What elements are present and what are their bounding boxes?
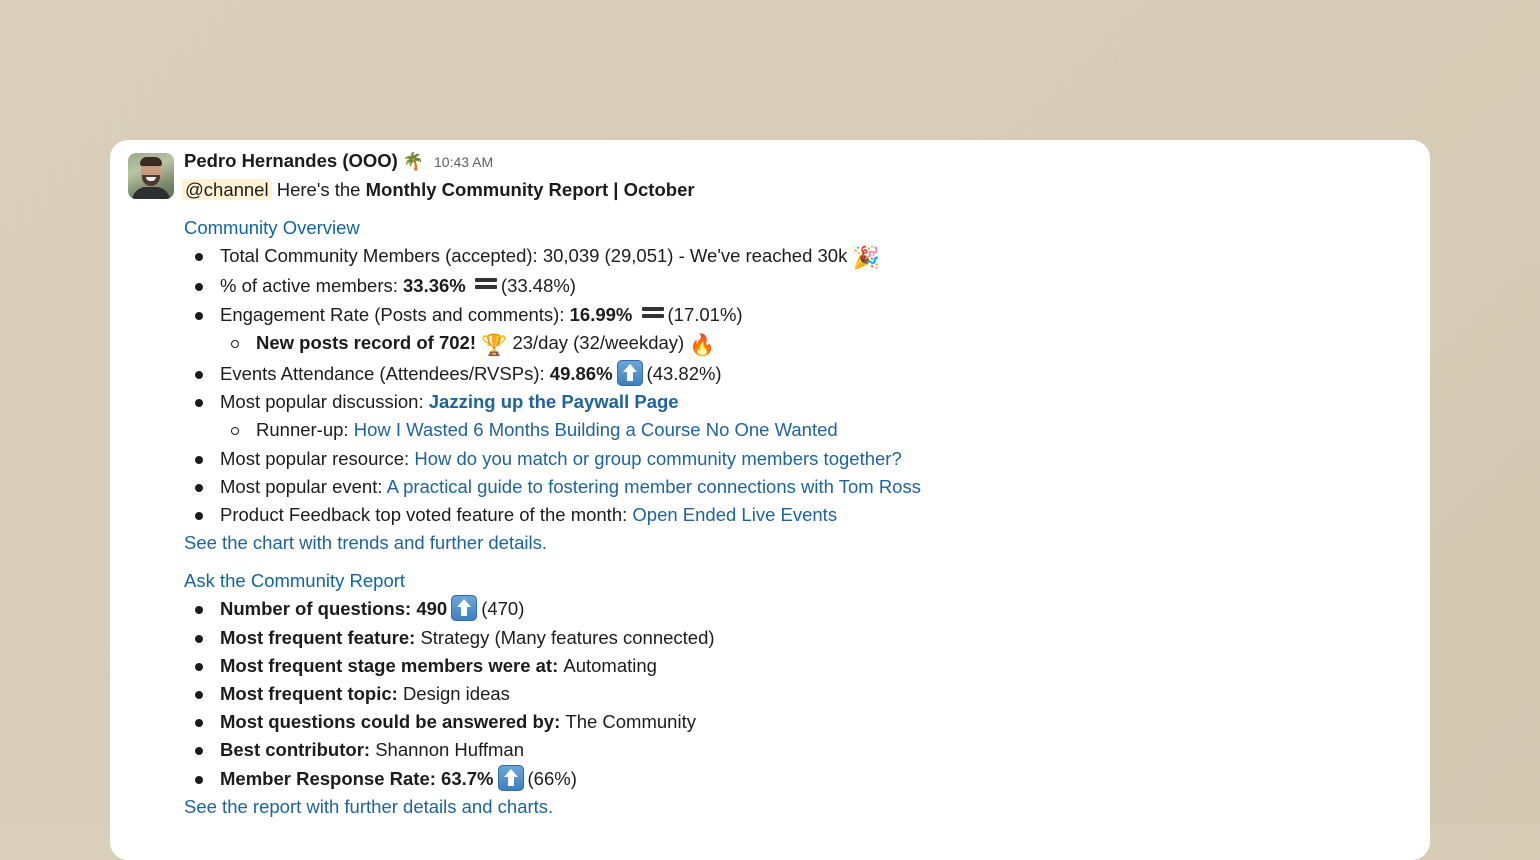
arrow-up-icon xyxy=(497,764,524,791)
stage-value: Automating xyxy=(563,654,657,676)
response-rate-value: 63.7% xyxy=(441,767,494,789)
list-item: Runner-up: How I Wasted 6 Months Buildin… xyxy=(184,416,1404,444)
active-label: % of active members: xyxy=(220,275,404,297)
report-title: Monthly Community Report | October xyxy=(365,179,695,200)
report-details-link[interactable]: See the report with further details and … xyxy=(184,796,553,817)
list-item: New posts record of 702! 🏆 23/day (32/we… xyxy=(184,329,1404,360)
feature-value: Strategy (Many features connected) xyxy=(420,626,715,648)
list-item: Number of questions: 490 (470) xyxy=(184,595,1404,623)
topic-label: Most frequent topic: xyxy=(220,683,403,705)
runner-up-label: Runner-up: xyxy=(256,419,354,441)
list-item: Events Attendance (Attendees/RVSPs): 49.… xyxy=(184,360,1404,388)
list-item: Best contributor: Shannon Huffman xyxy=(184,736,1404,764)
active-previous: (33.48%) xyxy=(500,275,576,297)
contributor-value: Shannon Huffman xyxy=(375,739,524,761)
arrow-up-icon xyxy=(451,595,478,622)
trophy-icon: 🏆 xyxy=(481,333,508,357)
message-header: Pedro Hernandes (OOO) 🌴 10:43 AM xyxy=(184,150,1404,176)
response-rate-previous: (66%) xyxy=(527,767,577,789)
equals-icon xyxy=(641,306,664,320)
avatar[interactable] xyxy=(128,153,174,199)
author-name[interactable]: Pedro Hernandes (OOO) xyxy=(184,150,398,172)
engagement-previous: (17.01%) xyxy=(667,303,743,325)
members-text: Total Community Members (accepted): 30,0… xyxy=(220,245,848,267)
active-value: 33.36% xyxy=(403,275,466,297)
ask-report-list: Number of questions: 490 (470) Most frequ… xyxy=(184,595,1404,792)
runner-up-link[interactable]: How I Wasted 6 Months Building a Course … xyxy=(354,419,838,440)
community-overview-list: Total Community Members (accepted): 30,0… xyxy=(184,242,1404,529)
equals-icon xyxy=(474,277,497,291)
intro-line: @channel Here's the Monthly Community Re… xyxy=(182,176,1404,204)
events-label: Events Attendance (Attendees/RVSPs): xyxy=(220,363,550,385)
answered-by-value: The Community xyxy=(565,711,696,733)
engagement-value: 16.99% xyxy=(569,303,633,325)
engagement-label: Engagement Rate (Posts and comments): xyxy=(220,303,570,325)
feedback-label: Product Feedback top voted feature of th… xyxy=(220,504,633,526)
palm-tree-icon: 🌴 xyxy=(402,152,424,171)
posts-record-text: New posts record of 702! xyxy=(256,331,477,353)
fire-icon: 🔥 xyxy=(689,333,716,357)
response-rate-label: Member Response Rate: xyxy=(220,767,442,789)
timestamp[interactable]: 10:43 AM xyxy=(434,154,493,170)
intro-text: Here's the xyxy=(276,179,366,200)
resource-label: Most popular resource: xyxy=(220,447,415,469)
product-feedback-link[interactable]: Open Ended Live Events xyxy=(632,504,837,525)
stage-label: Most frequent stage members were at: xyxy=(220,654,564,676)
posts-per-day: 23/day (32/weekday) xyxy=(507,331,690,353)
party-popper-icon: 🎉 xyxy=(852,245,880,271)
list-item: Most popular resource: How do you match … xyxy=(184,445,1404,473)
feature-label: Most frequent feature: xyxy=(220,626,421,648)
events-value: 49.86% xyxy=(549,363,613,385)
channel-mention[interactable]: @channel xyxy=(182,179,272,200)
section-title-community-overview: Community Overview xyxy=(184,217,360,239)
list-item: Most questions could be answered by: The… xyxy=(184,708,1404,736)
list-item: Product Feedback top voted feature of th… xyxy=(184,501,1404,529)
discussion-label: Most popular discussion: xyxy=(220,391,429,413)
list-item: Most frequent stage members were at: Aut… xyxy=(184,652,1404,680)
list-item: Most frequent feature: Strategy (Many fe… xyxy=(184,624,1404,652)
questions-value: 490 xyxy=(416,598,448,620)
contributor-label: Best contributor: xyxy=(220,739,376,761)
list-item: Total Community Members (accepted): 30,0… xyxy=(184,242,1404,272)
event-label: Most popular event: xyxy=(220,475,387,497)
list-item: Engagement Rate (Posts and comments): 16… xyxy=(184,301,1404,329)
questions-previous: (470) xyxy=(481,598,525,620)
message-card: Pedro Hernandes (OOO) 🌴 10:43 AM @channe… xyxy=(110,140,1430,860)
arrow-up-icon xyxy=(616,360,643,387)
events-previous: (43.82%) xyxy=(646,363,722,385)
topic-value: Design ideas xyxy=(402,683,510,705)
answered-by-label: Most questions could be answered by: xyxy=(220,711,566,733)
questions-label: Number of questions: xyxy=(220,598,417,620)
popular-resource-link[interactable]: How do you match or group community memb… xyxy=(414,448,901,469)
list-item: % of active members: 33.36% (33.48%) xyxy=(184,272,1404,300)
popular-discussion-link[interactable]: Jazzing up the Paywall Page xyxy=(429,391,679,412)
list-item: Member Response Rate: 63.7% (66%) xyxy=(184,764,1404,793)
section-title-ask-report: Ask the Community Report xyxy=(184,570,406,592)
popular-event-link[interactable]: A practical guide to fostering member co… xyxy=(387,476,921,497)
list-item: Most frequent topic: Design ideas xyxy=(184,680,1404,708)
list-item: Most popular event: A practical guide to… xyxy=(184,473,1404,501)
chart-trends-link[interactable]: See the chart with trends and further de… xyxy=(184,532,547,553)
message-content: Pedro Hernandes (OOO) 🌴 10:43 AM @channe… xyxy=(182,150,1404,821)
list-item: Most popular discussion: Jazzing up the … xyxy=(184,388,1404,416)
